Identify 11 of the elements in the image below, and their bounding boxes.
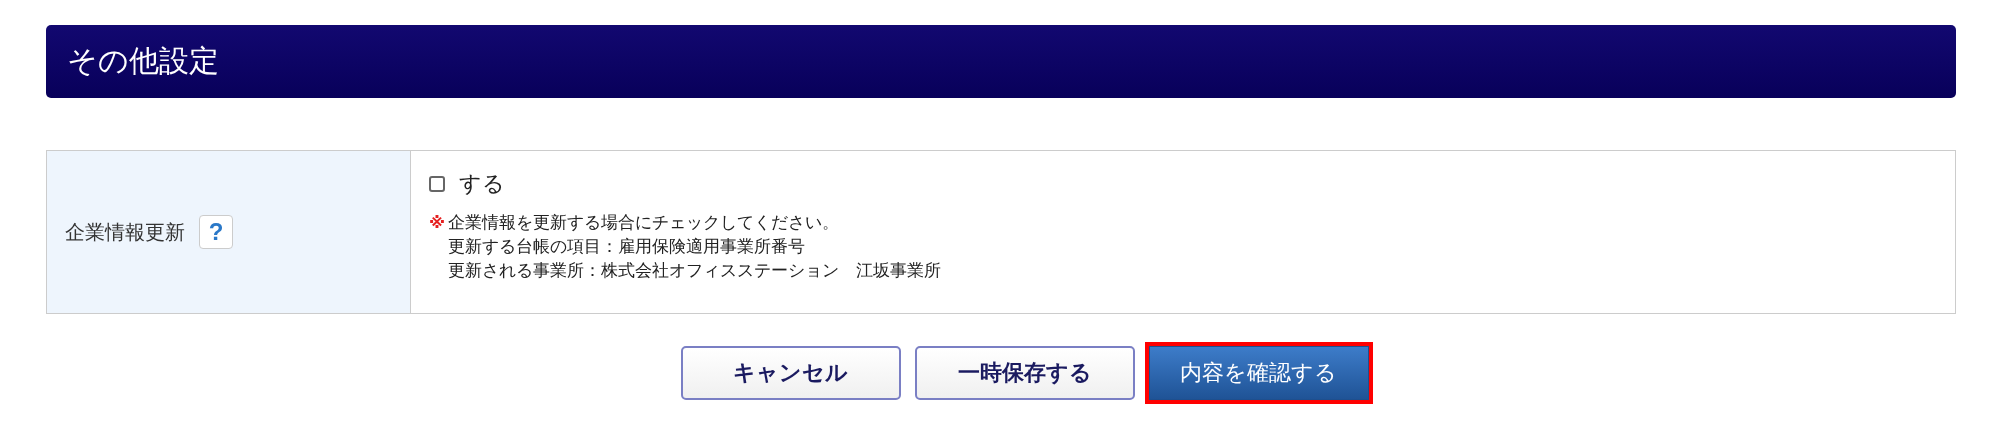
checkbox-label[interactable]: する bbox=[459, 169, 505, 199]
button[interactable]: 一時保存する bbox=[914, 346, 1135, 400]
row-label: 企業情報更新 bbox=[65, 218, 185, 246]
button[interactable]: キャンセル bbox=[680, 346, 901, 400]
note-mark: ※ bbox=[429, 212, 446, 234]
note-text: 企業情報を更新する場合にチェックしてください。 bbox=[448, 212, 841, 234]
note-text: 更新される事業所：株式会社オフィスステーション 江坂事業所 bbox=[448, 260, 942, 282]
section-title: その他設定 bbox=[67, 42, 219, 80]
note-text: 更新する台帳の項目：雇用保険適用事業所番号 bbox=[448, 236, 807, 258]
help-button[interactable]: ? bbox=[199, 215, 233, 249]
checkbox[interactable] bbox=[429, 176, 445, 192]
